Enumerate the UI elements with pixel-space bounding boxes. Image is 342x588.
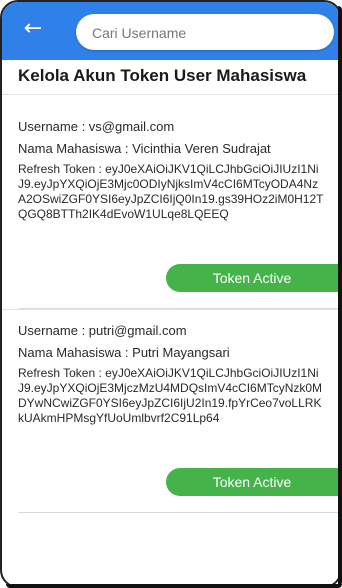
token-active-button[interactable]: Token Active (166, 468, 338, 496)
title-divider (2, 94, 340, 95)
card-divider (2, 309, 340, 310)
username-text: Username : putri@gmail.com (18, 323, 187, 338)
user-card: Username : putri@gmail.com Nama Mahasisw… (18, 322, 338, 513)
arrow-left-icon[interactable]: ← (20, 16, 46, 42)
app-bar: ← (2, 2, 340, 60)
search-field[interactable] (76, 14, 334, 52)
phone-frame: ← Kelola Akun Token User Mahasiswa Usern… (0, 0, 342, 588)
refresh-token-text: Refresh Token : eyJ0eXAiOiJKV1QiLCJhbGci… (18, 366, 323, 425)
username-text: Username : vs@gmail.com (18, 119, 175, 134)
student-name-text: Nama Mahasiswa : Vicinthia Veren Sudraja… (18, 141, 271, 156)
student-name-text: Nama Mahasiswa : Putri Mayangsari (18, 345, 230, 360)
refresh-token-text: Refresh Token : eyJ0eXAiOiJKV1QiLCJhbGci… (18, 162, 324, 221)
search-input[interactable] (90, 14, 324, 52)
token-active-button[interactable]: Token Active (166, 264, 338, 292)
frame-shadow (6, 584, 342, 588)
page-title: Kelola Akun Token User Mahasiswa (18, 66, 307, 85)
user-card: Username : vs@gmail.com Nama Mahasiswa :… (18, 118, 338, 309)
frame-shadow (338, 6, 342, 586)
